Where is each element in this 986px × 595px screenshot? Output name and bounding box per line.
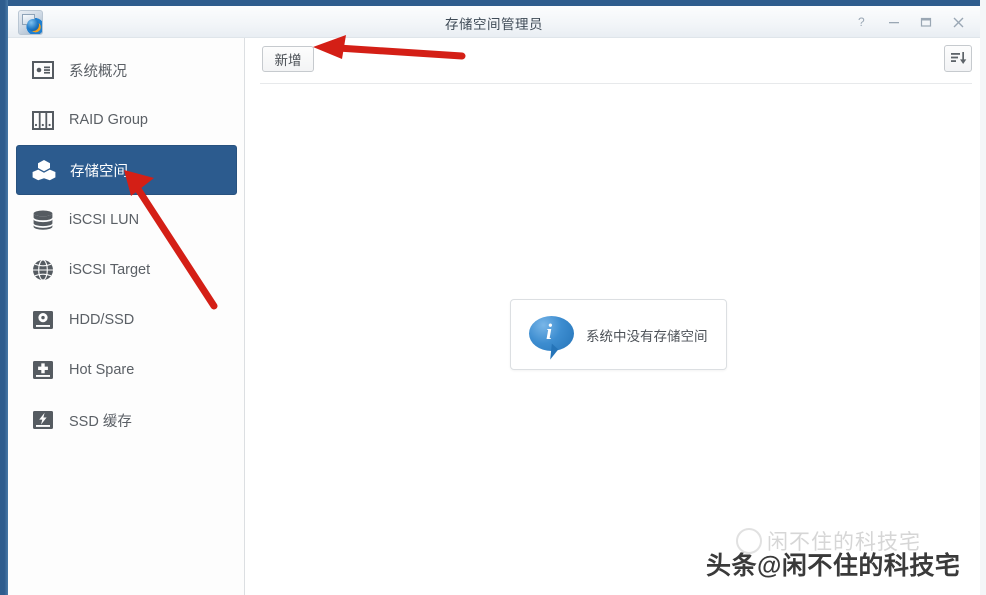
sidebar-item-label: Hot Spare [69, 362, 135, 378]
raid-group-icon [30, 107, 56, 133]
help-icon[interactable]: ? [848, 9, 876, 35]
storage-volume-icon [31, 157, 57, 183]
sidebar-nav-list: 系统概况 RAID Group 存储空间 iSCSI LUN iSCSI Tar… [8, 45, 245, 445]
sidebar-item-label: 存储空间 [70, 163, 128, 180]
sort-descending-icon[interactable] [944, 45, 972, 72]
toolbar-divider [260, 83, 972, 84]
title-bar: 存储空间管理员 ? [8, 6, 980, 38]
sidebar-item-label: RAID Group [69, 112, 148, 128]
window-border-left [0, 0, 8, 595]
sidebar-item-ssd-cache[interactable]: SSD 缓存 [16, 395, 237, 445]
maximize-icon[interactable] [912, 9, 940, 35]
sidebar-item-raid-group[interactable]: RAID Group [16, 95, 237, 145]
storage-manager-window: 存储空间管理员 ? 系统概况 RAID Group 存储空间 iSCSI LUN… [0, 0, 986, 595]
sidebar-item-label: iSCSI LUN [69, 212, 140, 228]
sidebar-item-label: HDD/SSD [69, 312, 135, 328]
hot-spare-plus-icon [30, 357, 56, 383]
sidebar: 系统概况 RAID Group 存储空间 iSCSI LUN iSCSI Tar… [8, 38, 245, 595]
sidebar-item-system-overview[interactable]: 系统概况 [16, 45, 237, 95]
sidebar-item-label: 系统概况 [69, 63, 127, 80]
sidebar-item-storage-volume[interactable]: 存储空间 [16, 145, 237, 195]
watermark-main: 头条@闲不住的科技宅 [706, 552, 961, 580]
sidebar-item-label: SSD 缓存 [69, 413, 132, 430]
overview-card-icon [30, 57, 56, 83]
sidebar-item-iscsi-lun[interactable]: iSCSI LUN [16, 195, 237, 245]
database-disk-icon [30, 207, 56, 233]
hard-disk-icon [30, 307, 56, 333]
toolbar: 新增 [246, 38, 980, 84]
window-controls: ? [848, 6, 972, 38]
globe-icon [30, 257, 56, 283]
add-button[interactable]: 新增 [262, 46, 314, 72]
sidebar-item-iscsi-target[interactable]: iSCSI Target [16, 245, 237, 295]
svg-text:?: ? [858, 15, 865, 29]
empty-state-message: 系统中没有存储空间 [586, 328, 708, 344]
close-icon[interactable] [944, 9, 972, 35]
window-title: 存储空间管理员 [445, 17, 543, 32]
window-border-right [980, 0, 986, 595]
minimize-icon[interactable] [880, 9, 908, 35]
sidebar-item-hdd-ssd[interactable]: HDD/SSD [16, 295, 237, 345]
info-bubble-icon: i [529, 315, 574, 360]
sidebar-item-hot-spare[interactable]: Hot Spare [16, 345, 237, 395]
sidebar-item-label: iSCSI Target [69, 262, 151, 278]
ssd-cache-bolt-icon [30, 407, 56, 433]
empty-state-panel: i 系统中没有存储空间 [510, 299, 727, 370]
content-area: 新增 i 系统中没有存储空间 [246, 38, 980, 595]
